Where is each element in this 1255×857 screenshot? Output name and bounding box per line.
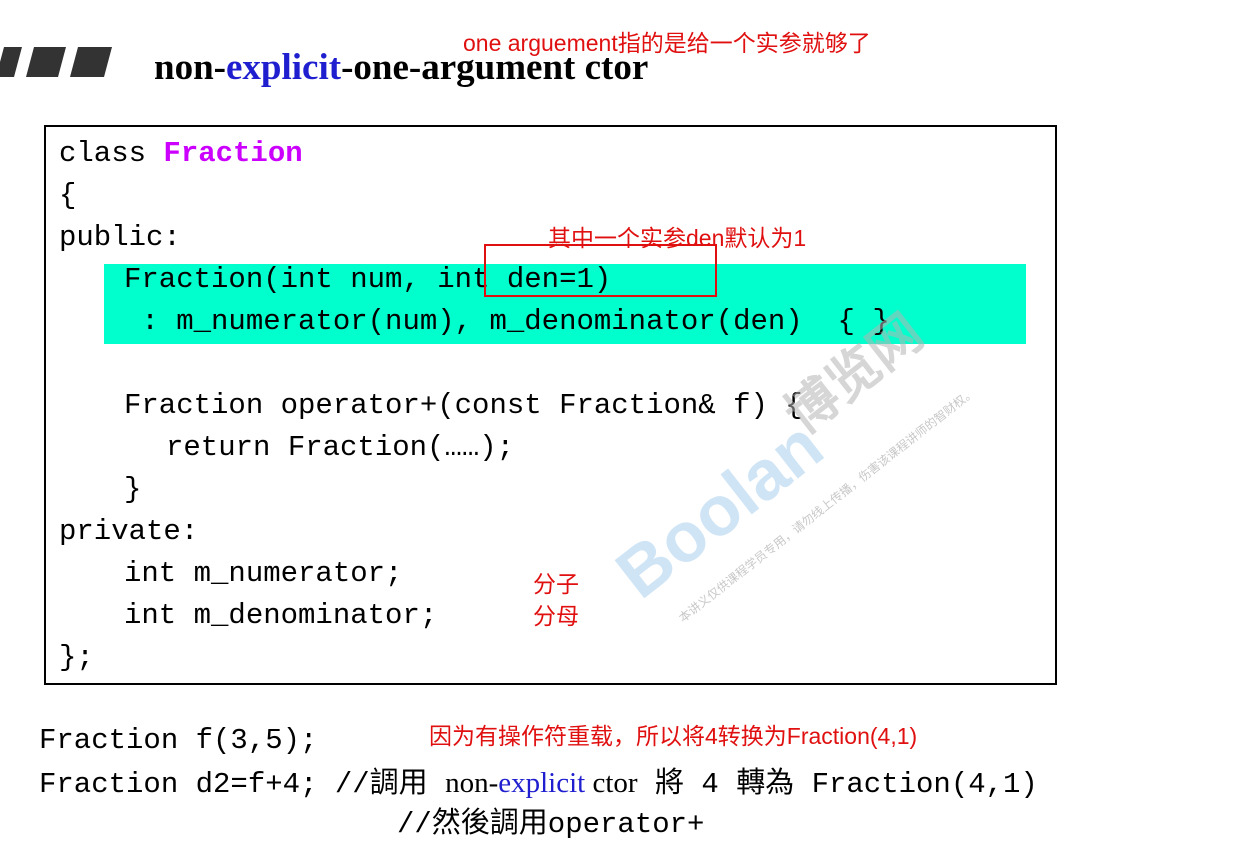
usage-line2: Fraction d2=f+4; //調用 non-explicit ctor … [39,765,1038,803]
code-member-numerator: int m_numerator; [124,557,403,590]
title-keyword: explicit [225,47,342,88]
header-bars-decoration [0,47,112,77]
code-public-label: public: [59,221,181,254]
code-ctor-line2: : m_numerator(num), m_denominator(den) {… [124,305,890,338]
code-class-line: class Fraction [59,136,303,172]
usage-line2-code: Fraction d2=f+4; [39,768,318,801]
code-close-brace: }; [59,641,94,674]
code-operator-line2: return Fraction(……); [166,431,515,464]
usage-line2-comment-b: 將 4 轉為 Fraction(4,1) [637,768,1038,801]
usage-line2-comment-a: //調用 [334,768,446,801]
den-default-annotation: 其中一个实参den默认为1 [548,225,807,251]
code-open-brace: { [59,179,77,212]
class-name: Fraction [163,137,303,170]
denominator-annotation: 分母 [533,603,579,629]
usage-line1: Fraction f(3,5); [39,724,318,757]
class-keyword: class [59,137,164,170]
code-private-label: private: [59,515,199,548]
usage-line2-serif-a: non- [445,767,499,799]
title-prefix: non- [154,47,226,88]
overload-annotation: 因为有操作符重载，所以将4转换为Fraction(4,1) [429,723,918,749]
numerator-annotation: 分子 [533,571,579,597]
usage-line3: //然後調用operator+ [397,808,705,841]
code-operator-line3: } [124,473,142,506]
title-suffix: -one-argument ctor [341,47,649,88]
page-title: non-explicit-one-argument ctor [154,44,648,92]
code-member-denominator: int m_denominator; [124,599,438,632]
code-operator-line1: Fraction operator+(const Fraction& f) { [124,389,803,422]
usage-line2-serif-b: ctor [585,767,638,799]
usage-line2-serif-keyword: explicit [498,767,586,799]
ctor-params-a: Fraction(int num, [124,263,420,296]
